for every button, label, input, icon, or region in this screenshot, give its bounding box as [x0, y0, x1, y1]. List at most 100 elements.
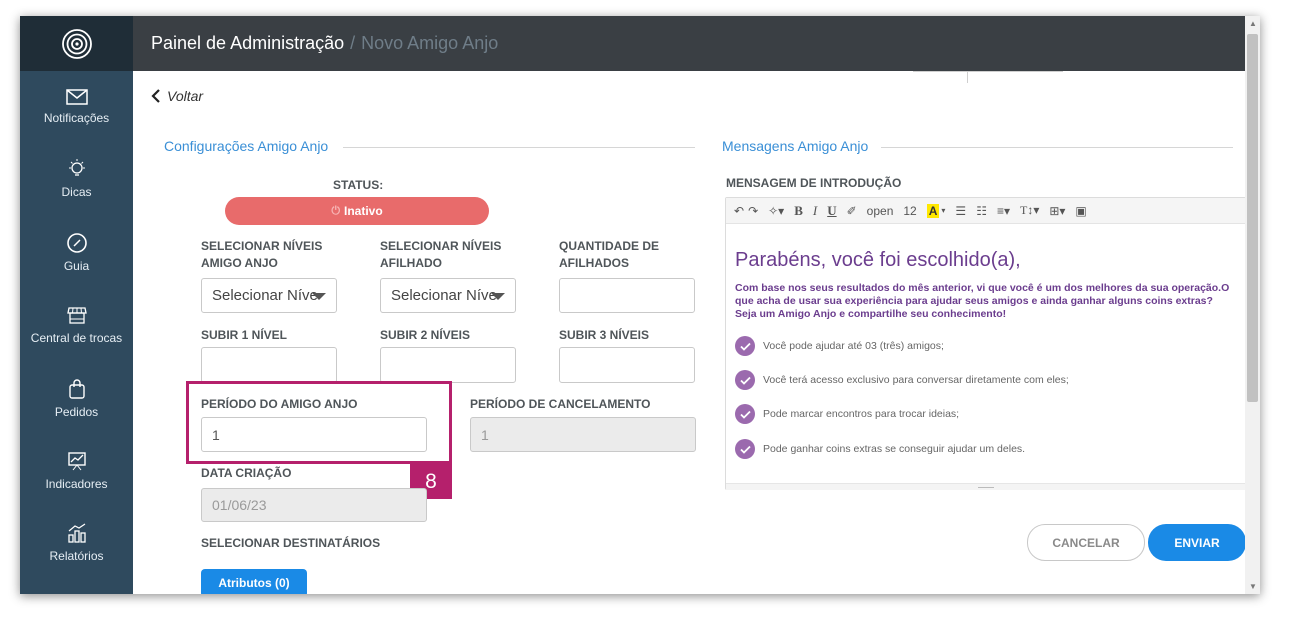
align-icon[interactable]: ≡▾ — [997, 204, 1010, 218]
underline-icon[interactable]: U — [827, 203, 836, 219]
sidebar-item-indicadores[interactable]: Indicadores — [20, 450, 133, 491]
logo-icon — [61, 28, 92, 59]
check-icon — [735, 439, 755, 459]
main-content: Voltar Configurações Amigo Anjo STATUS: … — [133, 71, 1246, 594]
vertical-scrollbar[interactable]: ▲ ▼ — [1245, 16, 1260, 594]
image-icon[interactable]: ▣ — [1075, 204, 1086, 218]
period-label: PERÍODO DO AMIGO ANJO — [201, 397, 358, 411]
qty-input[interactable] — [559, 278, 695, 313]
editor-resize-handle[interactable] — [726, 483, 1245, 490]
sidebar-item-central-de-trocas[interactable]: Central de trocas — [20, 304, 133, 345]
scroll-up-icon[interactable]: ▲ — [1249, 19, 1257, 28]
list-item-text: Pode ganhar coins extras se conseguir aj… — [763, 443, 1026, 455]
list-item: Pode ganhar coins extras se conseguir aj… — [735, 439, 1025, 459]
chevron-left-icon — [151, 89, 160, 103]
ordered-list-icon[interactable]: ☷ — [976, 204, 987, 218]
section-divider — [881, 147, 1233, 148]
italic-icon[interactable]: I — [813, 203, 817, 219]
levels-godchild-select[interactable]: Selecionar Níve — [380, 278, 516, 313]
table-icon[interactable]: ⊞▾ — [1049, 204, 1065, 218]
sidebar-item-label: Guia — [63, 259, 90, 273]
created-input: 01/06/23 — [201, 488, 427, 522]
sidebar-item-notificacoes[interactable]: Notificações — [20, 88, 133, 125]
bar-chart-icon — [67, 523, 86, 543]
chart-board-icon — [67, 452, 86, 471]
cancel-period-input: 1 — [470, 417, 696, 452]
intro-label: MENSAGEM DE INTRODUÇÃO — [726, 176, 902, 190]
sidebar: Notificações Dicas Guia Central de troca… — [20, 16, 133, 594]
sidebar-item-guia[interactable]: Guia — [20, 232, 133, 273]
up2-input[interactable] — [380, 347, 516, 383]
sidebar-item-label: Indicadores — [45, 477, 108, 491]
sidebar-item-label: Dicas — [61, 185, 92, 199]
bold-icon[interactable]: B — [794, 203, 803, 219]
status-toggle[interactable]: ⏻ Inativo — [225, 197, 489, 225]
line-height-icon[interactable]: T↕▾ — [1020, 203, 1039, 218]
sidebar-item-label: Relatórios — [49, 549, 104, 563]
qty-label: QUANTIDADE DE AFILHADOS — [559, 239, 660, 270]
recipients-label: SELECIONAR DESTINATÁRIOS — [201, 536, 381, 550]
attributes-button[interactable]: Atributos (0) — [201, 569, 307, 594]
list-item: Você pode ajudar até 03 (três) amigos; — [735, 336, 944, 356]
font-name-select[interactable]: open — [867, 204, 894, 218]
undo-icon[interactable]: ↶ — [734, 204, 744, 218]
envelope-icon — [65, 89, 88, 105]
messages-section-title: Mensagens Amigo Anjo — [722, 138, 869, 154]
sidebar-item-label: Pedidos — [54, 405, 99, 419]
status-label: STATUS: — [333, 178, 384, 192]
sidebar-item-label: Notificações — [43, 111, 110, 125]
message-intro: Com base nos seus resultados do mês ante… — [735, 282, 1230, 320]
select-value: Selecionar Níve — [391, 287, 497, 304]
status-value: Inativo — [344, 204, 383, 218]
top-header: Painel de Administração / Novo Amigo Anj… — [133, 16, 1245, 71]
check-icon — [735, 404, 755, 424]
up3-input[interactable] — [559, 347, 695, 383]
editor-toolbar: ↶ ↷ ✧▾ B I U ✐ open 12 A ▾ ☰ ☷ ≡▾ T↕▾ ⊞▾… — [726, 198, 1245, 224]
list-item: Pode marcar encontros para trocar ideias… — [735, 404, 959, 424]
chevron-down-icon — [491, 293, 505, 300]
app-logo[interactable] — [20, 16, 133, 71]
select-value: Selecionar Níve — [212, 287, 318, 304]
check-icon — [735, 336, 755, 356]
eraser-icon[interactable]: ✐ — [847, 204, 857, 218]
redo-icon[interactable]: ↷ — [748, 204, 758, 218]
page-title: Painel de Administração — [151, 33, 345, 53]
back-link[interactable]: Voltar — [151, 88, 203, 104]
up2-label: SUBIR 2 NÍVEIS — [380, 328, 471, 342]
chevron-down-icon[interactable]: ▾ — [941, 206, 945, 215]
chevron-down-icon — [312, 293, 326, 300]
magic-wand-icon[interactable]: ✧▾ — [768, 204, 784, 218]
back-label: Voltar — [167, 88, 204, 104]
levels-angel-select[interactable]: Selecionar Níve — [201, 278, 337, 313]
up1-input[interactable] — [201, 347, 337, 383]
period-input[interactable]: 1 — [201, 417, 427, 452]
scrollbar-thumb[interactable] — [1247, 34, 1258, 402]
sidebar-item-relatorios[interactable]: Relatórios — [20, 522, 133, 563]
lightbulb-icon — [68, 159, 85, 176]
shopping-bag-icon — [68, 379, 85, 399]
check-icon — [735, 370, 755, 390]
list-item-text: Pode marcar encontros para trocar ideias… — [763, 408, 960, 420]
cancel-period-label: PERÍODO DE CANCELAMENTO — [470, 397, 651, 411]
unordered-list-icon[interactable]: ☰ — [955, 204, 966, 218]
text-color-icon[interactable]: A — [926, 203, 940, 218]
message-editor[interactable]: ↶ ↷ ✧▾ B I U ✐ open 12 A ▾ ☰ ☷ ≡▾ T↕▾ ⊞▾… — [725, 197, 1246, 490]
breadcrumb-current: Novo Amigo Anjo — [361, 33, 499, 53]
list-item-text: Você terá acesso exclusivo para conversa… — [763, 374, 1069, 386]
font-size-select[interactable]: 12 — [903, 204, 916, 218]
created-label: DATA CRIAÇÃO — [201, 466, 292, 480]
levels-godchild-label: SELECIONAR NÍVEIS AFILHADO — [380, 239, 502, 270]
divider — [913, 71, 1063, 72]
send-button[interactable]: ENVIAR — [1148, 524, 1246, 561]
breadcrumb-separator: / — [350, 33, 356, 53]
sidebar-item-pedidos[interactable]: Pedidos — [20, 378, 133, 419]
sidebar-item-label: Central de trocas — [30, 331, 123, 345]
scroll-down-icon[interactable]: ▼ — [1249, 582, 1257, 591]
up1-label: SUBIR 1 NÍVEL — [201, 328, 288, 342]
sidebar-item-dicas[interactable]: Dicas — [20, 158, 133, 199]
levels-angel-label: SELECIONAR NÍVEIS AMIGO ANJO — [201, 239, 323, 270]
app-window: Notificações Dicas Guia Central de troca… — [20, 16, 1260, 594]
cancel-button[interactable]: CANCELAR — [1027, 524, 1145, 561]
store-icon — [66, 307, 87, 324]
divider — [967, 71, 968, 83]
